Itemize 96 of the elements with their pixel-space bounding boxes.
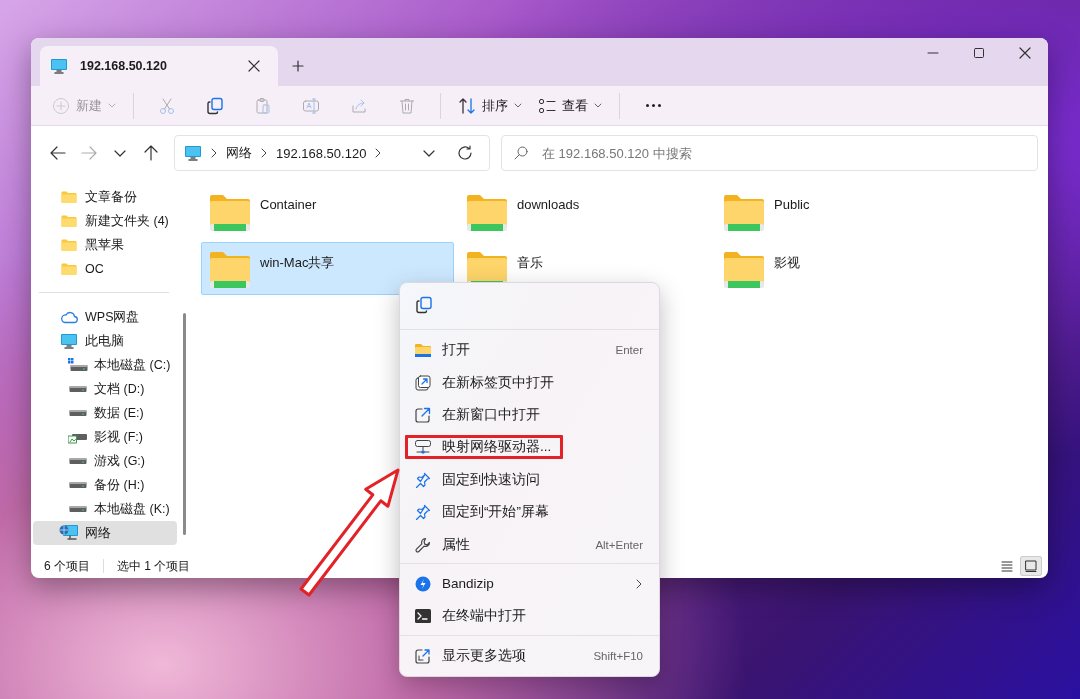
menu-item[interactable]: 固定到“开始”屏幕 bbox=[400, 495, 659, 529]
sidebar-item[interactable]: 游戏 (G:) bbox=[33, 449, 177, 473]
menu-item[interactable]: 显示更多选项 Shift+F10 bbox=[400, 639, 659, 672]
monitor-icon bbox=[50, 58, 68, 74]
clipboard-icon bbox=[254, 96, 272, 115]
cloud-icon bbox=[60, 310, 78, 324]
network-monitor-icon bbox=[59, 524, 79, 542]
folder-icon bbox=[414, 342, 432, 359]
copy-icon bbox=[206, 96, 224, 115]
breadcrumb-item[interactable]: 网络 bbox=[226, 144, 252, 162]
forward-arrow-icon bbox=[80, 145, 97, 161]
up-arrow-icon bbox=[142, 145, 159, 161]
sidebar-item[interactable]: OC bbox=[33, 257, 177, 281]
system-drive-icon bbox=[68, 358, 88, 372]
drive-icon bbox=[69, 481, 87, 489]
folder-tile[interactable]: 影视 bbox=[715, 242, 968, 295]
details-view-icon bbox=[1001, 560, 1013, 572]
menu-item[interactable]: 在新标签页中打开 bbox=[400, 366, 659, 399]
tiles-view-icon bbox=[1025, 560, 1037, 572]
submenu-chevron-icon bbox=[635, 578, 643, 589]
search-field[interactable]: 在 192.168.50.120 中搜索 bbox=[501, 135, 1038, 171]
pin-icon bbox=[415, 471, 431, 488]
sidebar-item[interactable]: 网络 bbox=[33, 521, 177, 545]
sidebar-item[interactable]: 影视 (F:) bbox=[33, 425, 177, 449]
rename-icon bbox=[302, 96, 320, 115]
sidebar-item[interactable]: 数据 (E:) bbox=[33, 401, 177, 425]
scissors-icon bbox=[158, 96, 176, 115]
view-button[interactable]: 查看 bbox=[530, 89, 610, 122]
wrench-icon bbox=[415, 536, 431, 553]
folder-icon bbox=[61, 238, 77, 252]
shortcut-text: Shift+F10 bbox=[593, 649, 643, 662]
menu-item[interactable]: 固定到快速访问 bbox=[400, 463, 659, 496]
drive-icon bbox=[69, 385, 87, 393]
sidebar-item[interactable]: 文档 (D:) bbox=[33, 377, 177, 401]
close-icon bbox=[248, 60, 260, 72]
open-in-tab-icon bbox=[415, 374, 431, 391]
folder-tile[interactable]: Container bbox=[201, 185, 454, 238]
monitor-icon bbox=[60, 333, 78, 349]
network-drive-icon bbox=[414, 439, 432, 456]
folder-icon bbox=[61, 190, 77, 204]
trash-icon bbox=[398, 96, 416, 115]
menu-item[interactable]: 在终端中打开 bbox=[400, 600, 659, 633]
sidebar-item[interactable]: 本地磁盘 (C:) bbox=[33, 353, 177, 377]
view-list-icon bbox=[538, 96, 556, 115]
sidebar-item[interactable]: 黑苹果 bbox=[33, 233, 177, 257]
plus-circle-icon bbox=[52, 96, 70, 115]
sort-arrows-icon bbox=[458, 96, 476, 115]
drive-icon bbox=[69, 457, 87, 465]
chevron-down-icon bbox=[108, 102, 116, 109]
drive-icon bbox=[69, 409, 87, 417]
folder-icon bbox=[61, 214, 77, 228]
folder-tile[interactable]: Public bbox=[715, 185, 968, 238]
chevron-right-icon bbox=[374, 148, 383, 158]
drive-icon bbox=[69, 505, 87, 513]
folder-tile[interactable]: downloads bbox=[458, 185, 711, 238]
selection-count: 选中 1 个项目 bbox=[117, 557, 191, 575]
tiles-view-button[interactable] bbox=[1020, 556, 1042, 576]
chevron-down-icon bbox=[594, 102, 602, 109]
menu-item[interactable]: Bandizip bbox=[400, 567, 659, 601]
sidebar-item[interactable]: 此电脑 bbox=[33, 329, 177, 353]
shortcut-text: Alt+Enter bbox=[595, 538, 643, 551]
chevron-right-icon bbox=[210, 148, 218, 158]
menu-item[interactable]: 属性 Alt+Enter bbox=[400, 528, 659, 561]
menu-item[interactable]: 映射网络驱动器... bbox=[400, 431, 659, 464]
item-count: 6 个项目 bbox=[44, 557, 90, 575]
menu-item[interactable]: 打开 Enter bbox=[400, 334, 659, 367]
search-icon bbox=[514, 146, 528, 160]
shortcut-text: Enter bbox=[615, 344, 643, 357]
address-bar[interactable]: 网络 192.168.50.120 bbox=[174, 135, 490, 171]
plus-icon bbox=[292, 60, 304, 72]
window-tab[interactable]: 192.168.50.120 bbox=[40, 46, 278, 86]
pin-icon bbox=[415, 504, 431, 521]
back-arrow-icon bbox=[49, 145, 66, 161]
chevron-down-icon bbox=[514, 102, 522, 109]
sidebar-item[interactable]: 文章备份 bbox=[33, 185, 177, 209]
sidebar-item[interactable]: WPS网盘 bbox=[33, 305, 177, 329]
sidebar-item[interactable]: 新建文件夹 (4) bbox=[33, 209, 177, 233]
sidebar-item[interactable]: 本地磁盘 (K:) bbox=[33, 497, 177, 521]
sort-button[interactable]: 排序 bbox=[450, 89, 530, 122]
close-icon bbox=[1019, 47, 1031, 59]
monitor-icon bbox=[184, 145, 202, 161]
folder-tile[interactable]: win-Mac共享 bbox=[201, 242, 454, 295]
terminal-icon bbox=[414, 608, 432, 625]
open-in-window-icon bbox=[415, 406, 431, 423]
breadcrumb-item[interactable]: 192.168.50.120 bbox=[276, 145, 367, 161]
refresh-icon bbox=[457, 145, 473, 161]
chevron-right-icon bbox=[260, 148, 268, 158]
scrollbar-thumb[interactable] bbox=[182, 313, 186, 535]
sidebar-item[interactable]: 备份 (H:) bbox=[33, 473, 177, 497]
copy-icon bbox=[415, 296, 433, 314]
more-options-icon bbox=[415, 647, 431, 664]
more-icon bbox=[645, 104, 661, 107]
maximize-icon bbox=[973, 47, 985, 59]
menu-item[interactable]: 在新窗口中打开 bbox=[400, 398, 659, 432]
bandizip-icon bbox=[415, 575, 431, 592]
folder-icon bbox=[61, 262, 77, 276]
